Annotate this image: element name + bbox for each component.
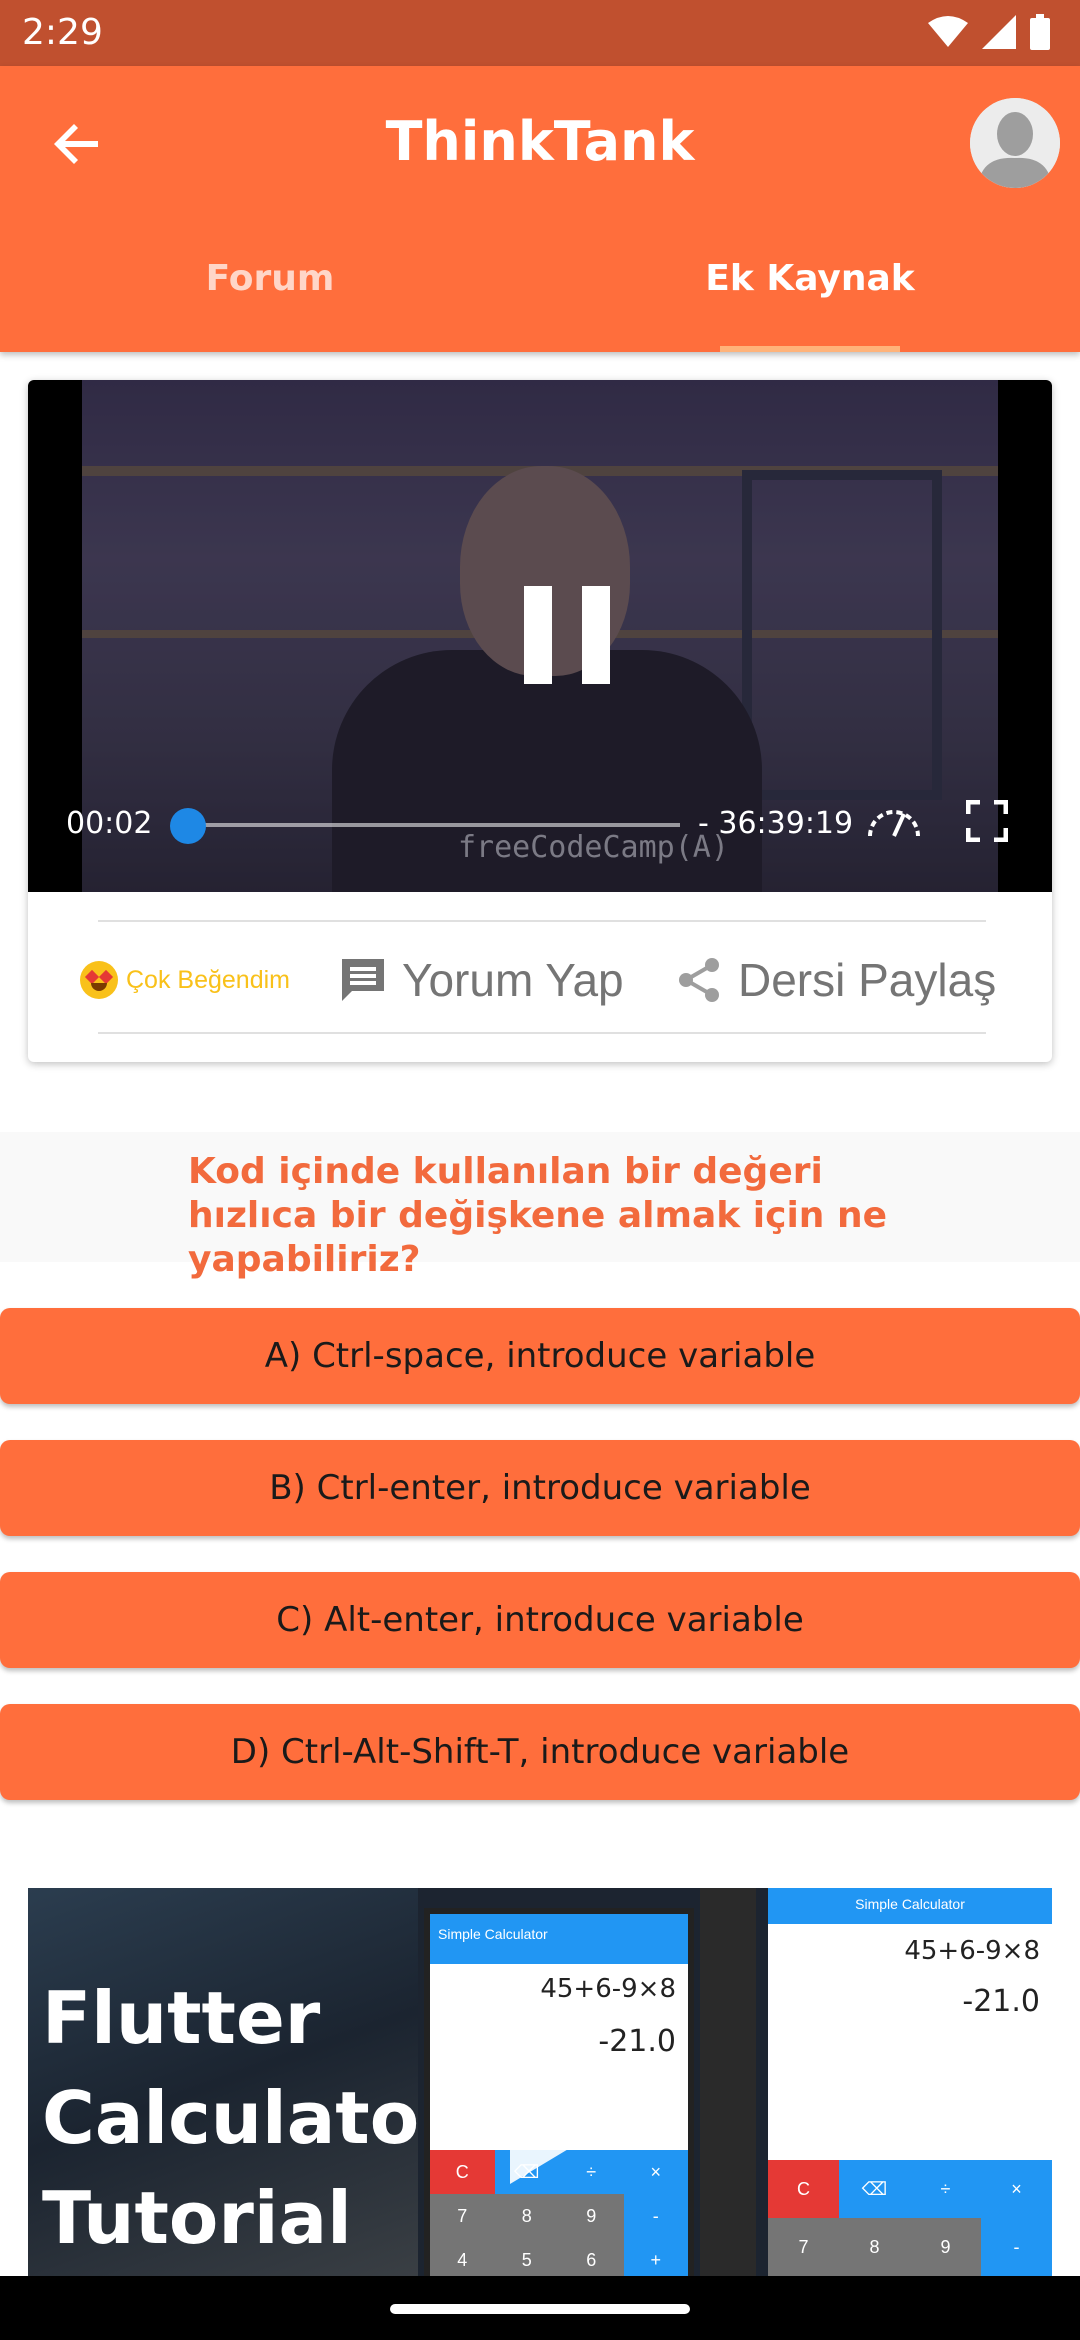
seek-thumb[interactable] [170, 808, 206, 844]
fullscreen-icon[interactable] [966, 800, 1008, 842]
signal-icon [982, 15, 1016, 49]
divider [98, 920, 986, 922]
video-card: freeCodeCamp(A) 00:02 - 36:39:19 Çok Beğ… [28, 380, 1052, 1062]
remaining-time: - 36:39:19 [698, 806, 854, 841]
answer-option-a[interactable]: A) Ctrl-space, introduce variable [0, 1308, 1080, 1404]
video-watermark: freeCodeCamp(A) [458, 830, 729, 865]
play-icon[interactable] [510, 2088, 590, 2184]
pause-icon [524, 586, 552, 684]
comment-button[interactable]: Yorum Yap [338, 940, 624, 1020]
divider [98, 1032, 986, 1034]
thumbnail-left-panel: Flutter Calculator Tutorial [28, 1888, 455, 2276]
current-time: 00:02 [66, 806, 153, 841]
home-handle[interactable] [390, 2304, 690, 2314]
tab-indicator [720, 346, 900, 352]
answer-option-d[interactable]: D) Ctrl-Alt-Shift-T, introduce variable [0, 1704, 1080, 1800]
phone-mockup-2: Simple Calculator 45+6-9×8 -21.0 C ⌫ ÷ ×… [768, 1888, 1052, 2276]
video-player[interactable]: freeCodeCamp(A) 00:02 - 36:39:19 [28, 380, 1052, 892]
thumbnail-title: Flutter Calculator Tutorial [42, 1976, 455, 2260]
seek-bar[interactable] [190, 823, 680, 827]
app-bar: ThinkTank Forum Ek Kaynak [0, 66, 1080, 352]
phone-result: -21.0 [962, 1984, 1040, 2019]
video-thumbnail-2[interactable]: Flutter Calculator Tutorial Simple Calcu… [28, 1888, 1052, 2276]
share-icon [679, 958, 719, 1002]
heart-eyes-emoji-icon [80, 961, 118, 999]
video-actions: Çok Beğendim Yorum Yap Dersi Paylaş [28, 940, 1052, 1020]
system-nav-bar [0, 2276, 1080, 2340]
tab-forum[interactable]: Forum [0, 258, 540, 299]
phone-keypad: C ⌫ ÷ × 7 8 9 - [768, 2160, 1052, 2276]
question-text: Kod içinde kullanılan bir değeri hızlıca… [188, 1151, 887, 1280]
share-label: Dersi Paylaş [738, 954, 997, 1006]
answer-option-b[interactable]: B) Ctrl-enter, introduce variable [0, 1440, 1080, 1536]
pause-button[interactable] [524, 586, 610, 684]
like-label: Çok Beğendim [126, 965, 290, 994]
phone-result: -21.0 [598, 2024, 676, 2059]
tab-ek-kaynak[interactable]: Ek Kaynak [540, 258, 1080, 299]
share-button[interactable]: Dersi Paylaş [674, 940, 996, 1020]
comment-label: Yorum Yap [402, 954, 624, 1006]
phone-app-bar: Simple Calculator [768, 1888, 1052, 1924]
app-title: ThinkTank [385, 110, 695, 173]
user-icon [970, 98, 1060, 188]
battery-icon [1030, 14, 1050, 50]
avatar[interactable] [970, 98, 1060, 188]
phone-app-bar: Simple Calculator [430, 1914, 688, 1964]
comment-icon [342, 959, 384, 1001]
device-frame [700, 1888, 756, 2276]
status-icons [928, 14, 1050, 50]
question-box: Kod içinde kullanılan bir değeri hızlıca… [0, 1132, 1080, 1280]
playback-speed-icon[interactable] [864, 800, 924, 840]
answer-option-c[interactable]: C) Alt-enter, introduce variable [0, 1572, 1080, 1668]
wifi-icon [928, 16, 968, 47]
status-bar: 2:29 [0, 0, 1080, 66]
phone-expression: 45+6-9×8 [904, 1936, 1040, 1966]
phone-expression: 45+6-9×8 [540, 1974, 676, 2004]
like-button[interactable]: Çok Beğendim [80, 940, 290, 1020]
status-time: 2:29 [22, 12, 103, 53]
